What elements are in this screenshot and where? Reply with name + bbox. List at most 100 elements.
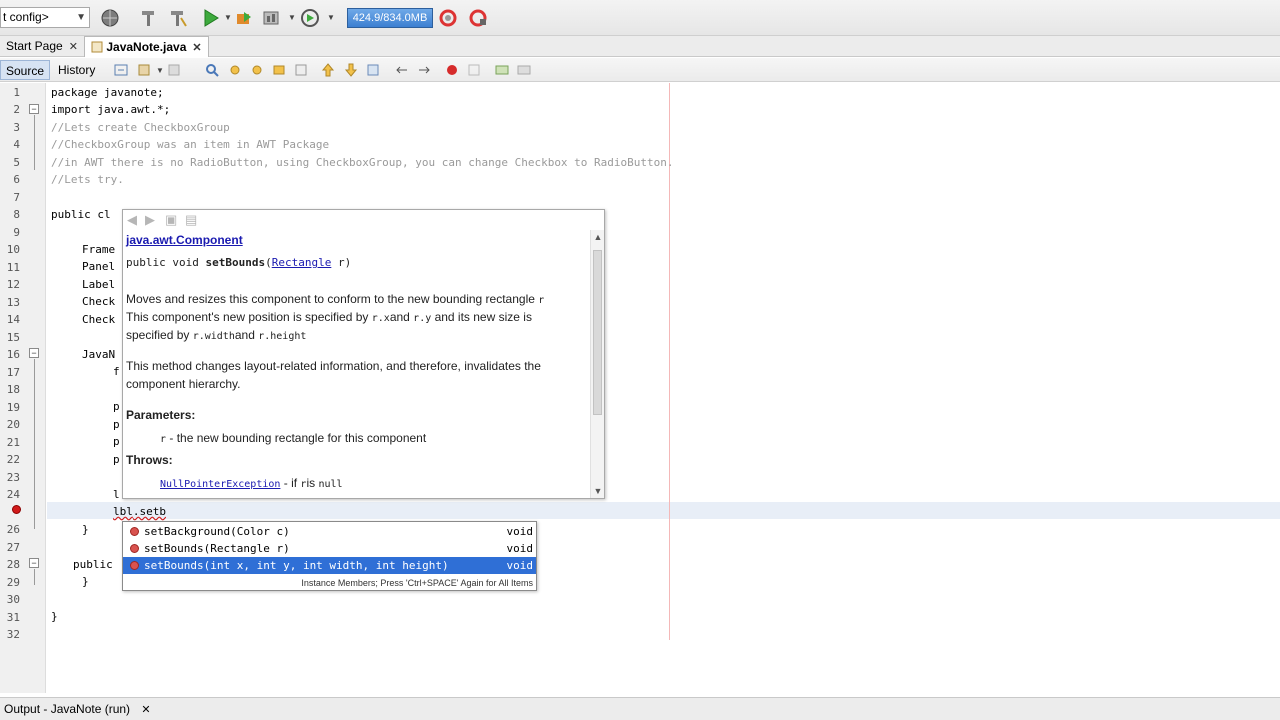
code-text: r.width xyxy=(192,331,235,342)
attach-debugger-icon[interactable] xyxy=(300,8,320,28)
toggle-highlight-icon[interactable] xyxy=(294,63,308,77)
back-dropdown-icon[interactable]: ▼ xyxy=(156,66,164,75)
code-line[interactable]: //CheckboxGroup was an item in AWT Packa… xyxy=(51,138,329,151)
line-number: 10 xyxy=(6,243,20,256)
find-previous-icon[interactable] xyxy=(228,63,242,77)
code-line[interactable]: Frame xyxy=(82,243,115,256)
code-line[interactable]: //in AWT there is no RadioButton, using … xyxy=(51,156,674,169)
comment-icon[interactable] xyxy=(495,63,509,77)
code-line[interactable]: Check xyxy=(82,295,115,308)
uncomment-icon[interactable] xyxy=(517,63,531,77)
completion-item-selected[interactable]: setBounds(int x, int y, int width, int h… xyxy=(123,557,536,574)
run-icon[interactable] xyxy=(201,8,221,28)
code-line[interactable]: Label xyxy=(82,278,115,291)
code-line[interactable]: Panel xyxy=(82,260,115,273)
tab-output[interactable]: Output - JavaNote (run) ✕ xyxy=(0,698,155,720)
source-tab-button[interactable]: Source xyxy=(0,60,51,80)
back-icon[interactable] xyxy=(138,63,152,77)
code-line[interactable]: p xyxy=(113,418,120,431)
code-line[interactable]: f xyxy=(113,365,120,378)
open-in-browser-icon[interactable]: ▣ xyxy=(165,212,177,228)
fold-minus-icon[interactable]: − xyxy=(29,348,39,358)
fold-minus-icon[interactable]: − xyxy=(29,558,39,568)
debug-icon[interactable] xyxy=(234,8,254,28)
last-edit-icon[interactable] xyxy=(114,63,128,77)
globe-icon[interactable] xyxy=(100,8,120,28)
find-icon[interactable] xyxy=(205,63,219,77)
code-line[interactable]: public cl xyxy=(51,208,111,221)
profile-ide-icon[interactable] xyxy=(468,8,488,28)
memory-usage-bar[interactable]: 424.9/834.0MB xyxy=(347,8,433,28)
stop-macro-recording-icon[interactable] xyxy=(467,63,481,77)
toggle-bookmark-icon[interactable] xyxy=(366,63,380,77)
code-line[interactable]: import java.awt.*; xyxy=(51,103,170,116)
forward-icon[interactable] xyxy=(168,63,182,77)
scroll-thumb[interactable] xyxy=(593,250,602,415)
code-line[interactable]: Check xyxy=(82,313,115,326)
build-hammer-icon[interactable] xyxy=(138,8,158,28)
find-selection-icon[interactable] xyxy=(272,63,286,77)
configuration-select[interactable]: t config> ▼ xyxy=(0,7,90,28)
tab-javanote-java[interactable]: JavaNote.java ✕ xyxy=(84,36,209,57)
tab-start-page[interactable]: Start Page ✕ xyxy=(0,36,84,57)
code-line[interactable]: package javanote; xyxy=(51,86,164,99)
code-line-current[interactable]: lbl.setb xyxy=(113,505,166,518)
chevron-down-icon[interactable]: ▼ xyxy=(76,8,86,27)
description-text: is xyxy=(306,476,319,490)
history-tab-button[interactable]: History xyxy=(53,60,100,80)
completion-item[interactable]: setBackground(Color c) void xyxy=(123,523,536,540)
tab-label: JavaNote.java xyxy=(106,40,187,54)
previous-bookmark-icon[interactable] xyxy=(321,63,335,77)
go-to-source-icon[interactable]: ▤ xyxy=(185,212,197,228)
completion-label: setBackground(Color c) xyxy=(144,525,290,538)
description-text: and xyxy=(234,328,259,342)
close-icon[interactable]: ✕ xyxy=(141,704,150,716)
gc-icon[interactable] xyxy=(438,8,458,28)
start-macro-recording-icon[interactable] xyxy=(445,63,459,77)
clean-build-icon[interactable] xyxy=(168,8,188,28)
line-number: 9 xyxy=(13,226,20,239)
code-line[interactable]: } xyxy=(82,575,89,588)
scroll-up-icon[interactable]: ▲ xyxy=(591,232,605,242)
close-icon[interactable]: ✕ xyxy=(69,41,78,53)
code-line[interactable]: p xyxy=(113,435,120,448)
completion-return-type: void xyxy=(506,525,534,538)
fold-minus-icon[interactable]: − xyxy=(29,104,39,114)
error-marker-icon[interactable] xyxy=(12,505,21,514)
fold-guide xyxy=(34,115,35,170)
closing-brace: } xyxy=(82,575,89,588)
code-line[interactable]: p xyxy=(113,400,120,413)
find-next-icon[interactable] xyxy=(250,63,264,77)
next-bookmark-icon[interactable] xyxy=(344,63,358,77)
import-statement: import java.awt.*; xyxy=(51,103,171,116)
code-line[interactable]: p xyxy=(113,453,120,466)
exception-link[interactable]: NullPointerException xyxy=(160,479,280,490)
forward-arrow-icon[interactable]: ▶ xyxy=(145,212,155,228)
run-dropdown-icon[interactable]: ▼ xyxy=(224,13,232,22)
param-type-link[interactable]: Rectangle xyxy=(272,256,332,269)
scroll-down-icon[interactable]: ▼ xyxy=(591,486,605,496)
back-arrow-icon[interactable]: ◀ xyxy=(127,212,137,228)
javadoc-class-link[interactable]: java.awt.Component xyxy=(126,233,243,247)
code-line[interactable]: } xyxy=(51,610,58,623)
fold-guide xyxy=(34,359,35,529)
completion-item[interactable]: setBounds(Rectangle r) void xyxy=(123,540,536,557)
code-line[interactable]: l xyxy=(113,488,120,501)
close-icon[interactable]: ✕ xyxy=(192,42,201,54)
profile-icon[interactable] xyxy=(262,8,282,28)
profile-dropdown-icon[interactable]: ▼ xyxy=(288,13,296,22)
line-number: 15 xyxy=(6,331,20,344)
shift-right-icon[interactable] xyxy=(417,63,431,77)
parameters-heading: Parameters: xyxy=(126,408,196,422)
source-label: Source xyxy=(6,64,45,78)
code-line[interactable]: //Lets create CheckboxGroup xyxy=(51,121,230,134)
attach-dropdown-icon[interactable]: ▼ xyxy=(327,13,335,22)
code-line[interactable]: public xyxy=(73,558,113,571)
code-line[interactable]: } xyxy=(82,523,89,536)
line-number: 23 xyxy=(6,471,20,484)
code-line[interactable]: //Lets try. xyxy=(51,173,124,186)
completion-footer: Instance Members; Press 'Ctrl+SPACE' Aga… xyxy=(301,578,533,588)
shift-left-icon[interactable] xyxy=(395,63,409,77)
code-line[interactable]: JavaN xyxy=(82,348,115,361)
javadoc-scrollbar[interactable]: ▲ ▼ xyxy=(590,230,604,498)
